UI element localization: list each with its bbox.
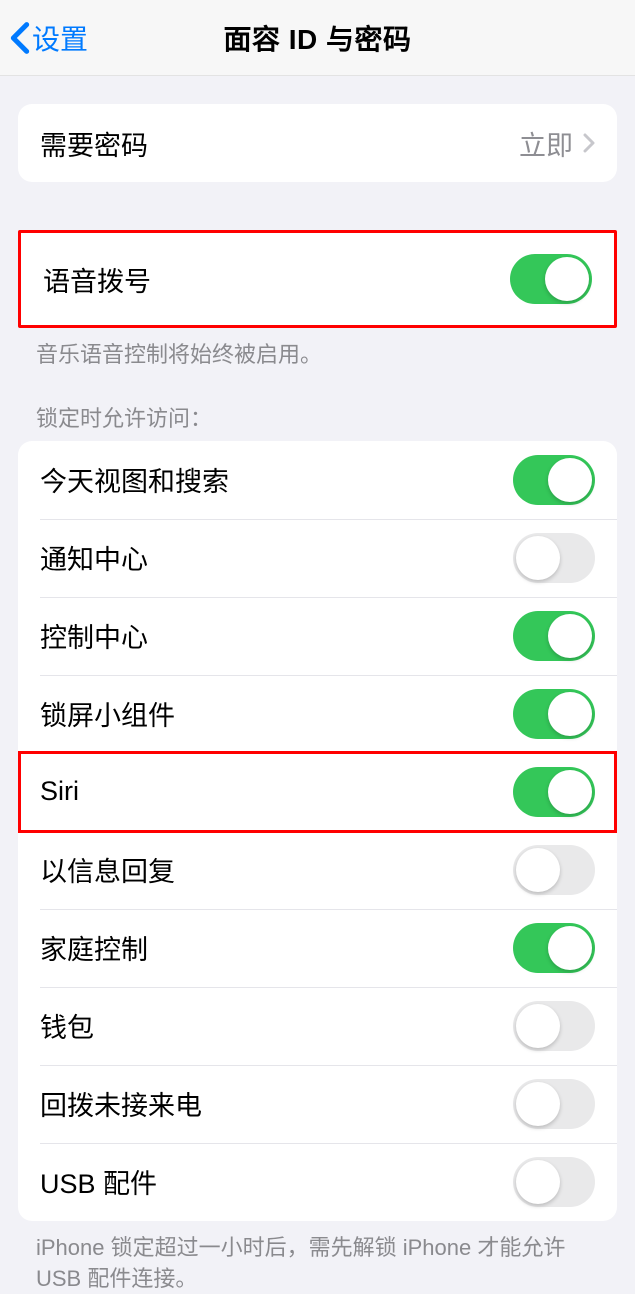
page-title: 面容 ID 与密码 [223,18,411,58]
voice-dial-toggle[interactable] [510,254,592,304]
return-missed-calls-label: 回拨未接来电 [40,1084,513,1123]
require-passcode-label: 需要密码 [40,124,519,163]
notification-center-row[interactable]: 通知中心 [18,519,617,597]
return-missed-calls-toggle[interactable] [513,1079,595,1129]
home-control-label: 家庭控制 [40,928,513,967]
require-passcode-row[interactable]: 需要密码 立即 [18,104,617,182]
require-passcode-section: 需要密码 立即 [18,104,617,182]
usb-accessories-label: USB 配件 [40,1162,513,1201]
today-label: 今天视图和搜索 [40,460,513,499]
wallet-toggle[interactable] [513,1001,595,1051]
usb-accessories-row[interactable]: USB 配件 [18,1143,617,1221]
usb-accessories-toggle[interactable] [513,1157,595,1207]
voice-dial-highlight: 语音拨号 [18,230,617,328]
siri-row[interactable]: Siri [18,753,617,831]
today-row[interactable]: 今天视图和搜索 [18,441,617,519]
home-control-toggle[interactable] [513,923,595,973]
usb-footnote: iPhone 锁定超过一小时后，需先解锁 iPhone 才能允许 USB 配件连… [36,1233,599,1294]
lock-access-header: 锁定时允许访问： [36,401,599,433]
siri-label: Siri [40,776,513,807]
today-toggle[interactable] [513,455,595,505]
voice-dial-label: 语音拨号 [43,260,510,299]
siri-toggle[interactable] [513,767,595,817]
return-missed-calls-row[interactable]: 回拨未接来电 [18,1065,617,1143]
notification-center-toggle[interactable] [513,533,595,583]
home-control-row[interactable]: 家庭控制 [18,909,617,987]
require-passcode-value: 立即 [519,124,573,163]
reply-with-message-toggle[interactable] [513,845,595,895]
reply-with-message-label: 以信息回复 [40,850,513,889]
notification-center-label: 通知中心 [40,538,513,577]
back-label: 设置 [32,18,88,58]
lockscreen-widgets-toggle[interactable] [513,689,595,739]
voice-dial-row[interactable]: 语音拨号 [21,233,614,325]
siri-highlight: Siri [18,753,617,831]
chevron-right-icon [583,133,595,153]
wallet-label: 钱包 [40,1006,513,1045]
voice-dial-footnote: 音乐语音控制将始终被启用。 [36,340,599,371]
lockscreen-widgets-row[interactable]: 锁屏小组件 [18,675,617,753]
lock-access-section: 今天视图和搜索 通知中心 控制中心 锁屏小组件 Siri 以信息回复 家庭控制 [18,441,617,1221]
back-button[interactable]: 设置 [0,18,88,58]
navbar: 设置 面容 ID 与密码 [0,0,635,76]
control-center-toggle[interactable] [513,611,595,661]
wallet-row[interactable]: 钱包 [18,987,617,1065]
lockscreen-widgets-label: 锁屏小组件 [40,694,513,733]
reply-with-message-row[interactable]: 以信息回复 [18,831,617,909]
control-center-row[interactable]: 控制中心 [18,597,617,675]
chevron-left-icon [10,21,30,55]
control-center-label: 控制中心 [40,616,513,655]
